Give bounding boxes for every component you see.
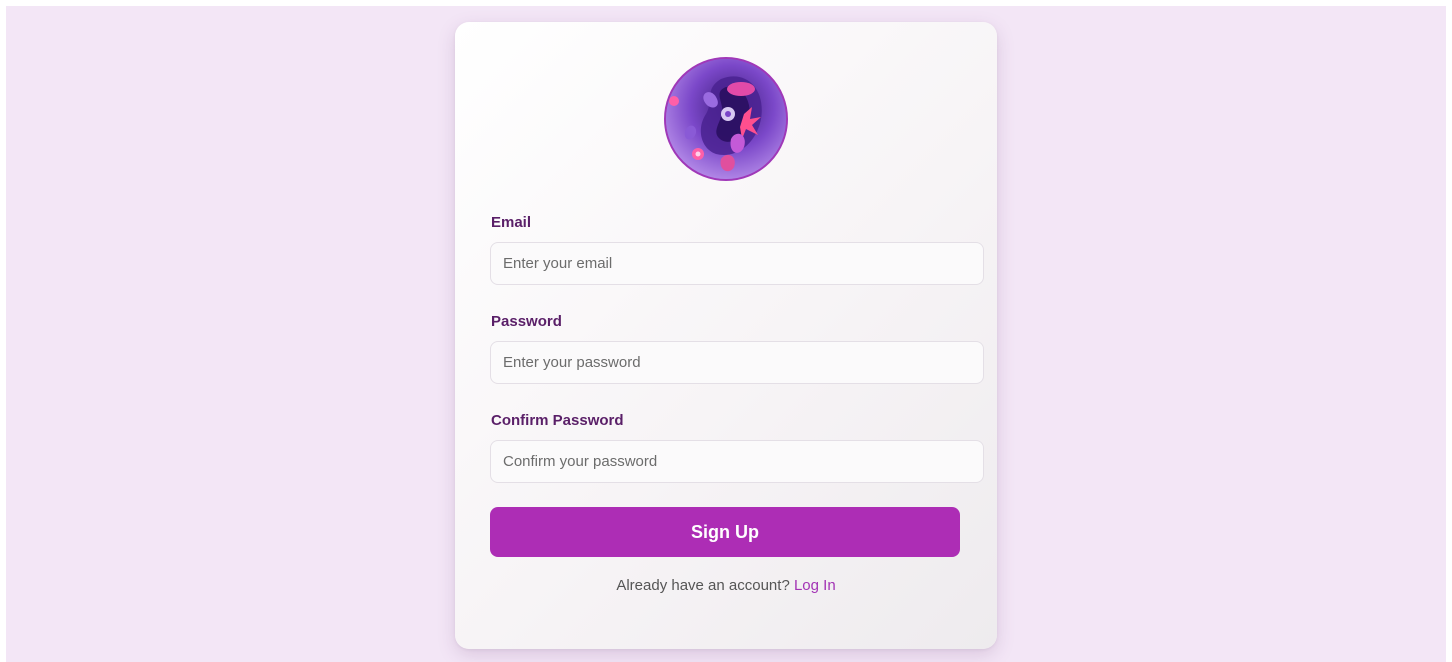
sign-up-button[interactable]: Sign Up: [490, 507, 960, 557]
password-field[interactable]: [490, 341, 984, 384]
email-label: Email: [491, 214, 532, 231]
email-field[interactable]: [490, 242, 984, 285]
confirm-password-label: Confirm Password: [491, 412, 624, 429]
avatar: [664, 57, 788, 181]
password-label: Password: [491, 313, 562, 330]
signup-card: Email Password Confirm Password Sign Up …: [455, 22, 997, 649]
floral-avatar-icon: [666, 59, 786, 179]
login-prompt-text: Already have an account?: [616, 577, 790, 594]
confirm-password-field[interactable]: [490, 440, 984, 483]
log-in-link[interactable]: Log In: [794, 577, 836, 594]
login-prompt: Already have an account? Log In: [455, 577, 997, 594]
page-background: Email Password Confirm Password Sign Up …: [6, 6, 1446, 662]
